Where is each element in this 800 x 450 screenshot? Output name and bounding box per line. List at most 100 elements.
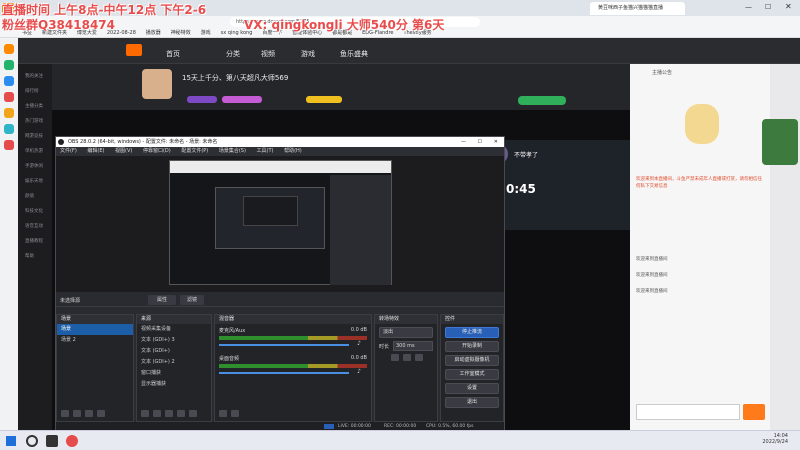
sidebar-item[interactable]: 我的关注 bbox=[25, 73, 52, 79]
send-button[interactable] bbox=[743, 404, 765, 420]
more-icon[interactable] bbox=[230, 410, 239, 417]
bookmark[interactable]: 游戏 bbox=[201, 28, 211, 37]
site-logo-icon[interactable] bbox=[126, 44, 142, 56]
transition-select[interactable]: 淡出 bbox=[379, 327, 433, 338]
nav-games[interactable]: 游戏 bbox=[301, 49, 315, 59]
sidebar-item[interactable]: 单机热游 bbox=[25, 148, 52, 154]
sidebar-item[interactable]: 语音互动 bbox=[25, 223, 52, 229]
start-recording-button[interactable]: 开始录制 bbox=[445, 341, 499, 352]
volume-slider[interactable] bbox=[219, 344, 349, 346]
sidebar-item[interactable]: 直播教程 bbox=[25, 238, 52, 244]
remove-source-icon[interactable] bbox=[152, 410, 161, 417]
exit-button[interactable]: 退出 bbox=[445, 397, 499, 408]
bookmark[interactable]: 神秘特效 bbox=[171, 28, 191, 37]
scene-item[interactable]: 场景 2 bbox=[57, 335, 133, 346]
sidebar-item[interactable]: 排行榜 bbox=[25, 88, 52, 94]
more-icon[interactable] bbox=[414, 354, 423, 361]
bookmark[interactable]: 播放器 bbox=[146, 28, 161, 37]
browser-taskbar-icon[interactable] bbox=[66, 435, 78, 447]
menu-scene-collection[interactable]: 场景集合(S) bbox=[219, 148, 246, 154]
sidebar-item[interactable]: 手游休闲 bbox=[25, 163, 52, 169]
move-up-icon[interactable] bbox=[176, 410, 185, 417]
studio-mode-button[interactable]: 工作室模式 bbox=[445, 369, 499, 380]
move-down-icon[interactable] bbox=[188, 410, 197, 417]
source-item[interactable]: 窗口捕获 bbox=[137, 368, 211, 379]
source-settings-icon[interactable] bbox=[164, 410, 173, 417]
nav-category[interactable]: 分类 bbox=[226, 49, 240, 59]
app-icon[interactable] bbox=[4, 140, 14, 150]
move-down-icon[interactable] bbox=[96, 410, 105, 417]
obs-preview-area[interactable] bbox=[56, 156, 504, 292]
obs-preview-canvas[interactable] bbox=[169, 160, 392, 285]
controls-dock-title: 控件 bbox=[441, 315, 503, 324]
app-icon[interactable] bbox=[4, 108, 14, 118]
obs-taskbar-icon[interactable] bbox=[46, 435, 58, 447]
scenes-toolbar bbox=[59, 410, 105, 419]
nav-home[interactable]: 首页 bbox=[166, 49, 180, 59]
nav-event[interactable]: 鱼乐盛典 bbox=[340, 49, 368, 59]
menu-docks[interactable]: 停靠窗口(D) bbox=[143, 148, 171, 154]
streamer-avatar[interactable] bbox=[142, 69, 172, 99]
close-icon[interactable]: ✕ bbox=[785, 2, 792, 11]
properties-button[interactable]: 属性 bbox=[148, 295, 176, 305]
link-icon[interactable] bbox=[219, 410, 227, 417]
search-icon[interactable] bbox=[26, 435, 38, 447]
speaker-icon[interactable]: ♪ bbox=[357, 340, 361, 347]
source-item[interactable]: 显示器捕获 bbox=[137, 379, 211, 390]
source-item[interactable]: 文本 (GDI+) bbox=[137, 346, 211, 357]
move-up-icon[interactable] bbox=[84, 410, 93, 417]
chat-input[interactable] bbox=[636, 404, 740, 420]
streamer-card-name: 不带孝了 bbox=[514, 152, 539, 159]
sidebar-item[interactable]: 主播分类 bbox=[25, 103, 52, 109]
source-item[interactable]: 文本 (GDI+) 2 bbox=[137, 357, 211, 368]
obs-minimize-icon[interactable]: — bbox=[461, 137, 466, 147]
app-icon[interactable] bbox=[4, 124, 14, 134]
tab-active[interactable]: 黄豆咪西子鱼猫兴猫猫猫直播 bbox=[590, 2, 685, 15]
volume-slider[interactable] bbox=[219, 372, 349, 374]
scenes-dock-title: 场景 bbox=[57, 315, 133, 324]
remove-transition-icon[interactable] bbox=[402, 354, 411, 361]
duration-input[interactable]: 300 ms bbox=[393, 341, 433, 351]
sidebar-item[interactable]: 网游竞技 bbox=[25, 133, 52, 139]
menu-file[interactable]: 文件(F) bbox=[60, 148, 77, 154]
add-source-icon[interactable] bbox=[141, 410, 149, 417]
sidebar-item[interactable]: 颜值 bbox=[25, 193, 52, 199]
remove-scene-icon[interactable] bbox=[72, 410, 81, 417]
settings-button[interactable]: 设置 bbox=[445, 383, 499, 394]
site-nav: 首页 分类 视频 游戏 鱼乐盛典 bbox=[18, 38, 800, 64]
obs-close-icon[interactable]: ✕ bbox=[494, 137, 498, 147]
sidebar-item[interactable]: 热门游戏 bbox=[25, 118, 52, 124]
menu-view[interactable]: 视图(V) bbox=[115, 148, 132, 154]
app-icon[interactable] bbox=[4, 92, 14, 102]
clock[interactable]: 14:04 2022/9/24 bbox=[740, 433, 788, 445]
maximize-icon[interactable]: ☐ bbox=[765, 3, 771, 11]
filters-button[interactable]: 滤镜 bbox=[180, 295, 204, 305]
source-item[interactable]: 文本 (GDI+) 3 bbox=[137, 335, 211, 346]
sidebar-item[interactable]: 科技文化 bbox=[25, 208, 52, 214]
nav-video[interactable]: 视频 bbox=[261, 49, 275, 59]
stop-stream-button[interactable]: 停止推流 bbox=[445, 327, 499, 338]
app-icon[interactable] bbox=[4, 76, 14, 86]
menu-tools[interactable]: 工具(T) bbox=[257, 148, 274, 154]
obs-maximize-icon[interactable]: ☐ bbox=[478, 137, 482, 147]
sidebar-item[interactable]: 帮助 bbox=[25, 253, 52, 259]
app-icon[interactable] bbox=[4, 60, 14, 70]
menu-profile[interactable]: 配置文件(P) bbox=[181, 148, 208, 154]
add-scene-icon[interactable] bbox=[61, 410, 69, 417]
virtual-camera-button[interactable]: 启动虚拟摄像机 bbox=[445, 355, 499, 366]
minimize-icon[interactable]: — bbox=[745, 3, 752, 11]
start-icon[interactable] bbox=[6, 436, 16, 446]
speaker-icon[interactable]: ♪ bbox=[357, 368, 361, 375]
menu-help[interactable]: 帮助(H) bbox=[284, 148, 302, 154]
scene-item[interactable]: 场景 bbox=[57, 324, 133, 335]
app-icon[interactable] bbox=[4, 44, 14, 54]
right-toolbar bbox=[762, 64, 800, 430]
add-transition-icon[interactable] bbox=[391, 354, 399, 361]
gift-banner[interactable] bbox=[762, 119, 798, 165]
nested-chat-panel bbox=[330, 175, 391, 285]
sidebar-item[interactable]: 娱乐天地 bbox=[25, 178, 52, 184]
menu-edit[interactable]: 编辑(E) bbox=[87, 148, 104, 154]
source-item[interactable]: 视频采集设备 bbox=[137, 324, 211, 335]
follow-button[interactable] bbox=[518, 96, 566, 105]
mixer-toolbar bbox=[217, 410, 239, 419]
